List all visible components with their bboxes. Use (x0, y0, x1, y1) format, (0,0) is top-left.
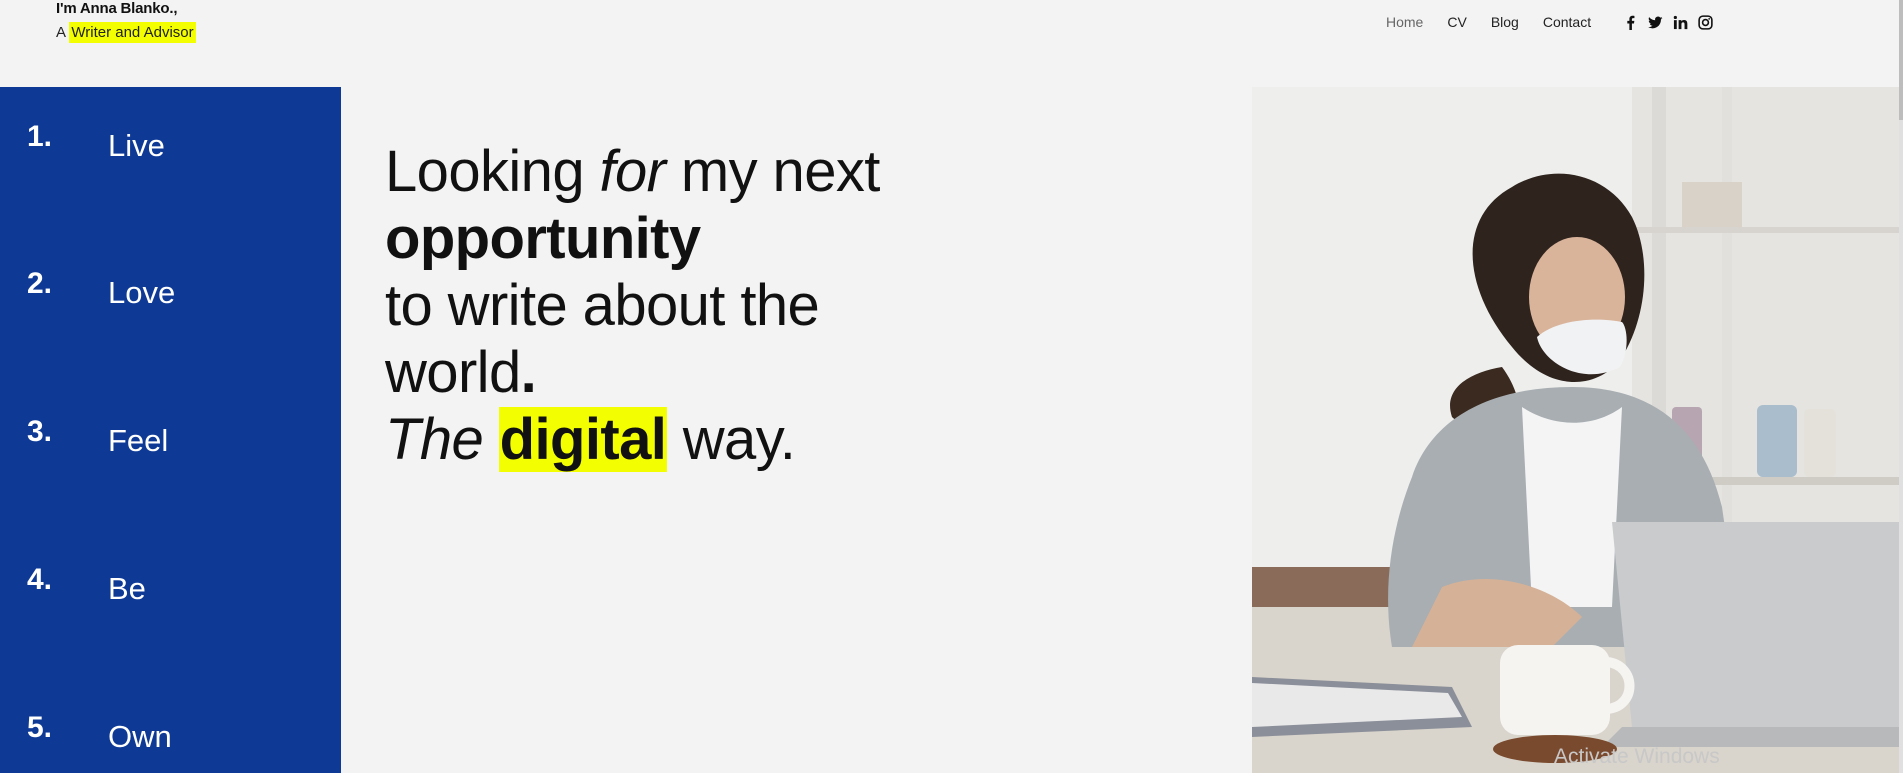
hero-photo (1252, 87, 1899, 773)
brand-prefix: A (56, 24, 66, 41)
twitter-icon[interactable] (1647, 14, 1663, 30)
headline-line-4: world. (385, 339, 880, 406)
sidebar-item-label: Be (108, 571, 146, 606)
sidebar-item-number: 1. (27, 120, 53, 153)
headline-word: my next (680, 139, 880, 204)
headline-period: . (520, 340, 537, 405)
headline-word-italic: for (599, 139, 666, 204)
headline-line-5: The digital way. (385, 406, 880, 473)
activate-windows-watermark: Activate Windows (1554, 745, 1720, 768)
headline-line-3: to write about the (385, 273, 820, 338)
brand-block: I'm Anna Blanko., A Writer and Advisor (56, 0, 196, 43)
sidebar-item-be[interactable]: 4. Be (0, 563, 341, 623)
sidebar-item-label: Own (108, 719, 172, 754)
numbered-sidebar: 1. Live 2. Love 3. Feel 4. Be 5. Own (0, 87, 341, 773)
sidebar-item-number: 3. (27, 415, 53, 448)
scrollbar-thumb[interactable] (1899, 0, 1903, 120)
sidebar-item-label: Feel (108, 423, 169, 458)
hero-headline: Looking for my next opportunity to write… (385, 138, 880, 473)
headline-word: way. (682, 407, 796, 472)
page-scrollbar[interactable] (1899, 0, 1903, 773)
headline-line-1: Looking for my next (385, 138, 880, 205)
sidebar-item-feel[interactable]: 3. Feel (0, 415, 341, 475)
nav-link-home[interactable]: Home (1386, 14, 1423, 30)
nav-link-blog[interactable]: Blog (1491, 14, 1519, 30)
sidebar-item-number: 2. (27, 267, 53, 300)
headline-word: world (385, 340, 521, 405)
sidebar-item-own[interactable]: 5. Own (0, 711, 341, 771)
sidebar-item-live[interactable]: 1. Live (0, 120, 341, 180)
nav-link-cv[interactable]: CV (1447, 14, 1466, 30)
nav-link-contact[interactable]: Contact (1543, 14, 1591, 30)
social-links (1613, 14, 1713, 30)
sidebar-item-love[interactable]: 2. Love (0, 267, 341, 327)
headline-word-italic: The (385, 407, 484, 472)
sidebar-item-label: Love (108, 275, 176, 310)
top-navigation: Home CV Blog Contact (1386, 14, 1713, 30)
woman-at-laptop-illustration (1252, 87, 1899, 773)
facebook-icon[interactable] (1622, 14, 1638, 30)
brand-tagline-line: A Writer and Advisor (56, 22, 196, 43)
instagram-icon[interactable] (1697, 14, 1713, 30)
sidebar-item-number: 4. (27, 563, 53, 596)
headline-highlight: digital (498, 407, 668, 472)
brand-tagline: Writer and Advisor (69, 22, 196, 43)
headline-word: Looking (385, 139, 585, 204)
headline-line-2: opportunity (385, 206, 701, 271)
brand-name: I'm Anna Blanko., (56, 0, 178, 17)
sidebar-item-number: 5. (27, 711, 53, 744)
sidebar-item-label: Live (108, 128, 165, 163)
linkedin-icon[interactable] (1672, 14, 1688, 30)
